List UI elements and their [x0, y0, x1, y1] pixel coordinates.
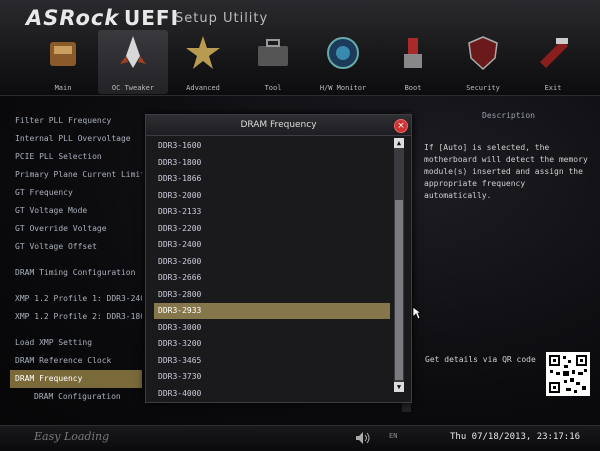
menu-item[interactable]: XMP 1.2 Profile 1: DDR3-2400: [10, 290, 142, 308]
frequency-option[interactable]: DDR3-2200: [154, 221, 390, 237]
star-icon: [186, 36, 220, 69]
main-icon: [50, 42, 76, 66]
frequency-option[interactable]: DDR3-2133: [154, 204, 390, 220]
frequency-option[interactable]: DDR3-3465: [154, 353, 390, 369]
language-button[interactable]: EN: [389, 432, 397, 440]
description-text: If [Auto] is selected, the motherboard w…: [424, 143, 588, 200]
menu-item[interactable]: DRAM Reference Clock: [10, 352, 142, 370]
rocket-icon: [120, 36, 146, 68]
frequency-option[interactable]: DDR3-4000: [154, 386, 390, 402]
frequency-option[interactable]: DDR3-1866: [154, 171, 390, 187]
menu-item[interactable]: GT Frequency: [10, 184, 142, 202]
tab-main[interactable]: Main: [28, 30, 98, 94]
product-name: UEFI: [124, 6, 180, 30]
menu-item[interactable]: GT Voltage Mode: [10, 202, 142, 220]
brand-logo: ASRock UEFI Setup Utility: [26, 6, 267, 30]
easy-loading-signature: Easy Loading: [34, 430, 110, 443]
scroll-down-icon[interactable]: ▼: [394, 382, 404, 392]
menu-item[interactable]: PCIE PLL Selection: [10, 148, 142, 166]
menu-item[interactable]: XMP 1.2 Profile 2: DDR3-1866: [10, 308, 142, 326]
frequency-option-selected[interactable]: DDR3-2933: [154, 303, 390, 319]
settings-menu: Filter PLL Frequency Internal PLL Overvo…: [10, 112, 142, 406]
frequency-option[interactable]: DDR3-3200: [154, 336, 390, 352]
tab-hw-monitor[interactable]: H/W Monitor: [308, 30, 378, 94]
shield-icon: [468, 36, 498, 71]
menu-item[interactable]: GT Voltage Offset: [10, 238, 142, 256]
exit-icon: [540, 38, 568, 68]
dialog-scrollbar[interactable]: ▲ ▼: [394, 138, 404, 392]
frequency-list: DDR3-1600 DDR3-1800 DDR3-1866 DDR3-2000 …: [154, 138, 390, 402]
tab-boot[interactable]: Boot: [378, 30, 448, 94]
frequency-option[interactable]: DDR3-2600: [154, 254, 390, 270]
toolbox-icon: [258, 39, 288, 66]
dram-frequency-dialog: DRAM Frequency × DDR3-1600 DDR3-1800 DDR…: [145, 114, 412, 403]
menu-item[interactable]: GT Override Voltage: [10, 220, 142, 238]
submenu-item[interactable]: DRAM Configuration: [10, 388, 142, 406]
menu-item[interactable]: Load XMP Setting: [10, 334, 142, 352]
boot-icon: [404, 38, 422, 68]
tab-tool[interactable]: Tool: [238, 30, 308, 94]
system-datetime: Thu 07/18/2013, 23:17:16: [450, 432, 581, 442]
frequency-option[interactable]: DDR3-2800: [154, 287, 390, 303]
tab-exit[interactable]: Exit: [518, 30, 588, 94]
frequency-option[interactable]: DDR3-1800: [154, 155, 390, 171]
mouse-cursor-icon: [412, 306, 422, 320]
main-tabs: Main OC Tweaker Advanced Tool H/W Monito…: [28, 30, 588, 94]
tab-oc-tweaker[interactable]: OC Tweaker: [98, 30, 168, 94]
menu-item[interactable]: Filter PLL Frequency: [10, 112, 142, 130]
product-subtitle: Setup Utility: [175, 11, 269, 26]
menu-item[interactable]: Primary Plane Current Limit: [10, 166, 142, 184]
footer-bar: Easy Loading EN Thu 07/18/2013, 23:17:16: [0, 425, 600, 451]
frequency-option[interactable]: DDR3-2400: [154, 237, 390, 253]
tab-advanced[interactable]: Advanced: [168, 30, 238, 94]
frequency-option[interactable]: DDR3-2666: [154, 270, 390, 286]
header-bar: ASRock UEFI Setup Utility Main OC Tweake…: [0, 0, 600, 96]
tab-security[interactable]: Security: [448, 30, 518, 94]
close-icon[interactable]: ×: [394, 119, 408, 133]
frequency-option[interactable]: DDR3-1600: [154, 138, 390, 154]
menu-item[interactable]: DRAM Timing Configuration: [10, 264, 142, 282]
monitor-icon: [327, 37, 359, 69]
menu-item-selected[interactable]: DRAM Frequency: [10, 370, 142, 388]
brand-name: ASRock: [26, 6, 120, 30]
frequency-option[interactable]: DDR3-2000: [154, 188, 390, 204]
dialog-title: DRAM Frequency: [146, 115, 411, 136]
description-title: Description: [482, 111, 535, 120]
scroll-thumb[interactable]: [395, 200, 403, 380]
qr-label: Get details via QR code: [425, 355, 536, 364]
frequency-option[interactable]: DDR3-3000: [154, 320, 390, 336]
speaker-icon[interactable]: [355, 431, 371, 445]
scroll-up-icon[interactable]: ▲: [394, 138, 404, 148]
qr-code-icon[interactable]: [546, 352, 590, 396]
frequency-option[interactable]: DDR3-3730: [154, 369, 390, 385]
menu-item[interactable]: Internal PLL Overvoltage: [10, 130, 142, 148]
